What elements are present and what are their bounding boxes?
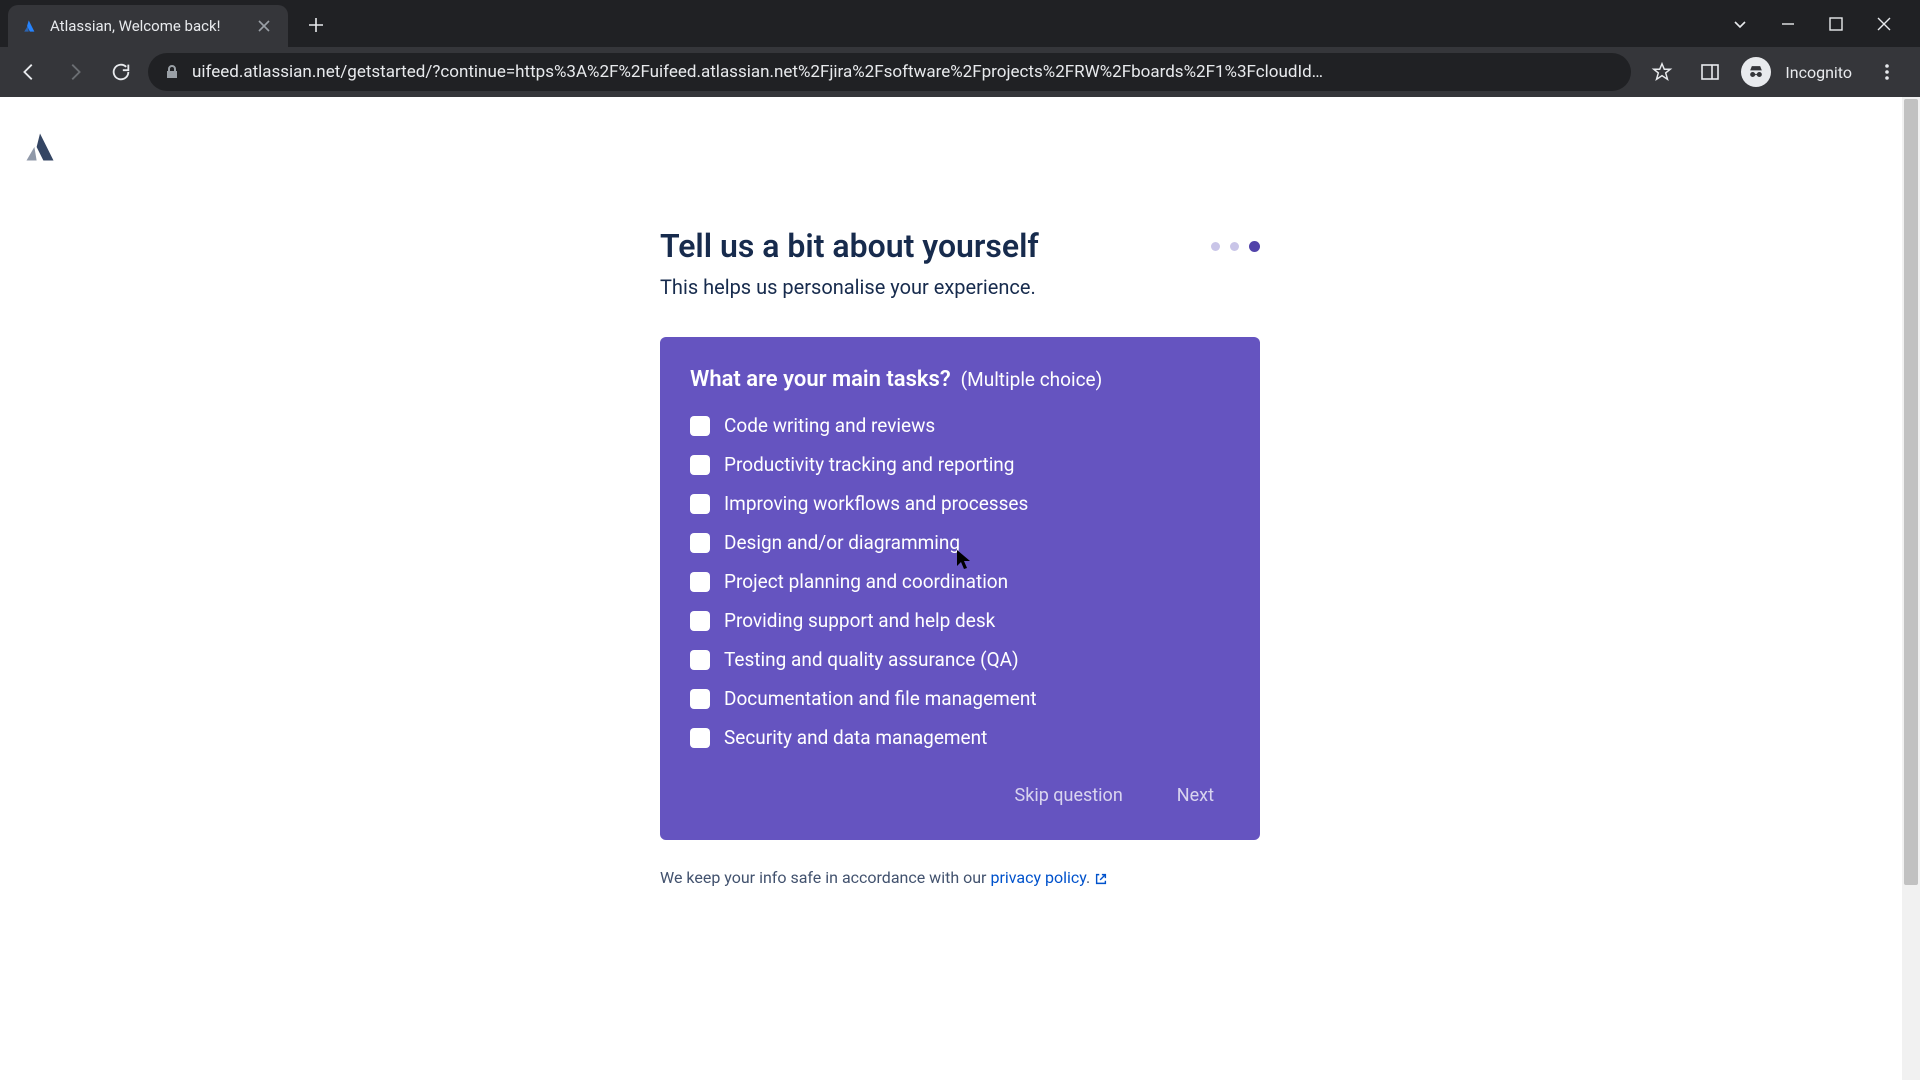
forward-button[interactable] bbox=[56, 53, 94, 91]
option-label: Security and data management bbox=[724, 726, 987, 749]
option-code-writing[interactable]: Code writing and reviews bbox=[690, 414, 1230, 437]
checkbox-icon[interactable] bbox=[690, 611, 710, 631]
checkbox-icon[interactable] bbox=[690, 689, 710, 709]
option-productivity[interactable]: Productivity tracking and reporting bbox=[690, 453, 1230, 476]
step-indicator bbox=[1211, 241, 1260, 252]
bookmark-icon[interactable] bbox=[1645, 55, 1679, 89]
option-workflows[interactable]: Improving workflows and processes bbox=[690, 492, 1230, 515]
incognito-label: Incognito bbox=[1785, 63, 1856, 82]
maximize-button[interactable] bbox=[1822, 10, 1850, 38]
checkbox-icon[interactable] bbox=[690, 416, 710, 436]
minimize-button[interactable] bbox=[1774, 10, 1802, 38]
tab-title: Atlassian, Welcome back! bbox=[50, 17, 220, 35]
option-testing[interactable]: Testing and quality assurance (QA) bbox=[690, 648, 1230, 671]
question-hint: (Multiple choice) bbox=[961, 368, 1103, 391]
checkbox-icon[interactable] bbox=[690, 533, 710, 553]
privacy-prefix: We keep your info safe in accordance wit… bbox=[660, 868, 990, 887]
external-link-icon bbox=[1094, 872, 1108, 886]
step-dot-2 bbox=[1230, 242, 1239, 251]
page-subtitle: This helps us personalise your experienc… bbox=[660, 275, 1260, 299]
option-security[interactable]: Security and data management bbox=[690, 726, 1230, 749]
option-label: Code writing and reviews bbox=[724, 414, 935, 437]
option-label: Testing and quality assurance (QA) bbox=[724, 648, 1019, 671]
back-button[interactable] bbox=[10, 53, 48, 91]
lock-icon bbox=[164, 64, 180, 80]
page-title: Tell us a bit about yourself bbox=[660, 227, 1039, 265]
options-list: Code writing and reviews Productivity tr… bbox=[690, 414, 1230, 749]
checkbox-icon[interactable] bbox=[690, 494, 710, 514]
question-text: What are your main tasks? bbox=[690, 367, 951, 392]
checkbox-icon[interactable] bbox=[690, 455, 710, 475]
option-design[interactable]: Design and/or diagramming bbox=[690, 531, 1230, 554]
privacy-note: We keep your info safe in accordance wit… bbox=[660, 868, 1260, 887]
next-button[interactable]: Next bbox=[1161, 777, 1230, 814]
new-tab-button[interactable] bbox=[298, 7, 334, 43]
checkbox-icon[interactable] bbox=[690, 572, 710, 592]
option-support[interactable]: Providing support and help desk bbox=[690, 609, 1230, 632]
scrollbar-thumb[interactable] bbox=[1904, 99, 1918, 885]
browser-tab-strip: Atlassian, Welcome back! bbox=[0, 0, 1920, 47]
toolbar-right: Incognito bbox=[1639, 55, 1910, 89]
checkbox-icon[interactable] bbox=[690, 728, 710, 748]
tab-search-icon[interactable] bbox=[1726, 10, 1754, 38]
skip-button[interactable]: Skip question bbox=[1005, 777, 1133, 814]
option-label: Design and/or diagramming bbox=[724, 531, 960, 554]
atlassian-logo-icon bbox=[22, 129, 58, 165]
option-label: Documentation and file management bbox=[724, 687, 1037, 710]
browser-menu-icon[interactable] bbox=[1870, 55, 1904, 89]
url-text: uifeed.atlassian.net/getstarted/?continu… bbox=[192, 62, 1615, 82]
privacy-link[interactable]: privacy policy bbox=[990, 868, 1086, 887]
option-label: Improving workflows and processes bbox=[724, 492, 1028, 515]
step-dot-1 bbox=[1211, 242, 1220, 251]
page-content: Tell us a bit about yourself This helps … bbox=[0, 97, 1920, 1080]
checkbox-icon[interactable] bbox=[690, 650, 710, 670]
option-planning[interactable]: Project planning and coordination bbox=[690, 570, 1230, 593]
question-card: What are your main tasks? (Multiple choi… bbox=[660, 337, 1260, 840]
close-window-button[interactable] bbox=[1870, 10, 1898, 38]
atlassian-favicon-icon bbox=[22, 17, 40, 35]
step-dot-3 bbox=[1249, 241, 1260, 252]
option-label: Project planning and coordination bbox=[724, 570, 1008, 593]
browser-toolbar: uifeed.atlassian.net/getstarted/?continu… bbox=[0, 47, 1920, 97]
incognito-avatar-icon[interactable] bbox=[1741, 57, 1771, 87]
card-actions: Skip question Next bbox=[690, 777, 1230, 814]
option-documentation[interactable]: Documentation and file management bbox=[690, 687, 1230, 710]
close-tab-icon[interactable] bbox=[254, 16, 274, 36]
window-controls bbox=[1704, 0, 1920, 47]
onboarding-panel: Tell us a bit about yourself This helps … bbox=[660, 97, 1260, 887]
side-panel-icon[interactable] bbox=[1693, 55, 1727, 89]
browser-tab[interactable]: Atlassian, Welcome back! bbox=[8, 5, 288, 47]
address-bar[interactable]: uifeed.atlassian.net/getstarted/?continu… bbox=[148, 53, 1631, 91]
option-label: Productivity tracking and reporting bbox=[724, 453, 1014, 476]
option-label: Providing support and help desk bbox=[724, 609, 995, 632]
vertical-scrollbar[interactable] bbox=[1902, 97, 1920, 1080]
reload-button[interactable] bbox=[102, 53, 140, 91]
